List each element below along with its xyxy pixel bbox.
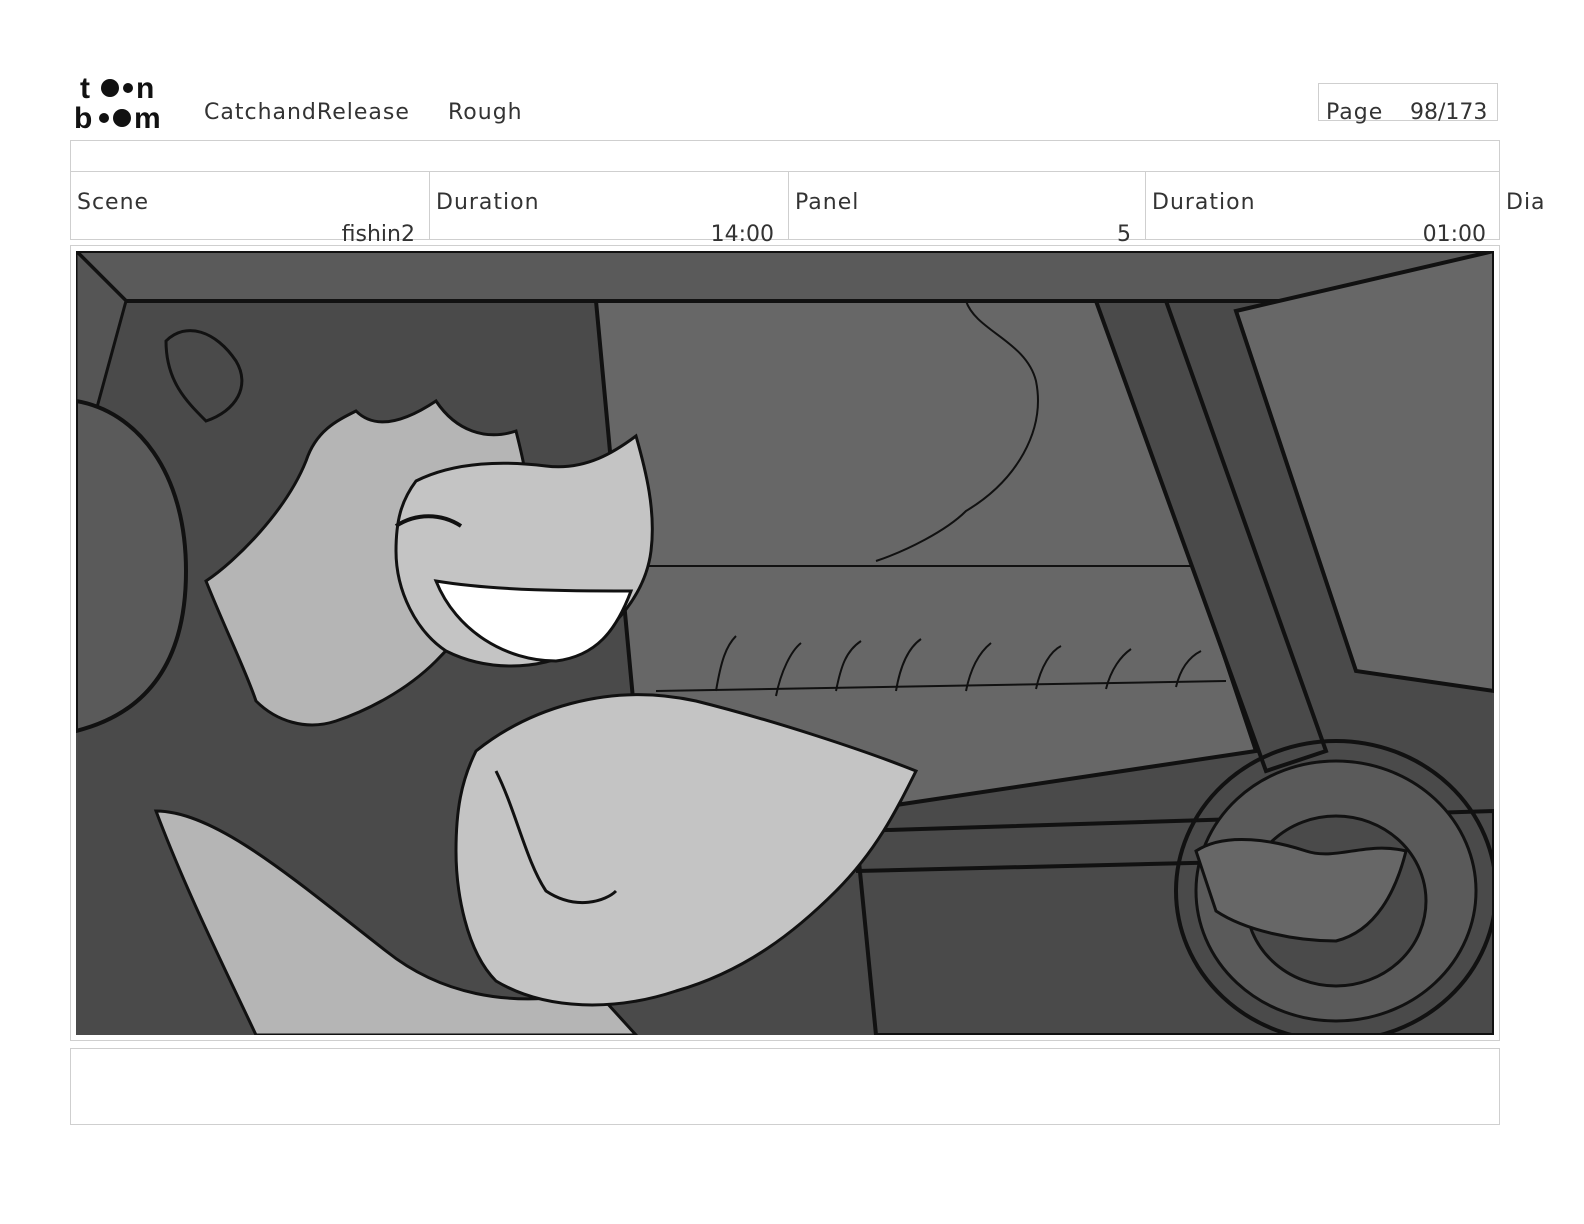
title-strip	[70, 140, 1500, 172]
page-label: Page	[1326, 100, 1384, 125]
storyboard-drawing	[76, 251, 1494, 1035]
panel-duration-value: 01:00	[1422, 222, 1486, 247]
scene-value: fishin2	[341, 222, 415, 247]
dialogue-label: Dia	[1506, 190, 1546, 215]
svg-text:m: m	[134, 102, 161, 132]
panel-label: Panel	[795, 190, 860, 215]
svg-text:n: n	[136, 72, 154, 105]
page-number: 98/173	[1410, 100, 1488, 125]
scene-duration-cell: Duration 14:00	[430, 172, 789, 247]
scene-duration-value: 14:00	[710, 222, 774, 247]
scene-cell: Scene fishin2	[71, 172, 430, 247]
storyboard-panel	[70, 245, 1500, 1041]
panel-info-row: Scene fishin2 Duration 14:00 Panel 5 Dur…	[70, 172, 1500, 247]
stage-name: Rough	[448, 100, 523, 125]
project-name: CatchandRelease	[204, 100, 410, 125]
scene-label: Scene	[77, 190, 150, 215]
panel-value: 5	[1117, 222, 1131, 247]
scene-duration-label: Duration	[436, 190, 540, 215]
svg-text:b: b	[74, 102, 92, 132]
svg-text:t: t	[80, 72, 90, 105]
panel-duration-label: Duration	[1152, 190, 1256, 215]
toonboom-logo: t n b m	[74, 72, 184, 135]
notes-box	[70, 1048, 1500, 1125]
panel-duration-cell: Duration 01:00	[1146, 172, 1500, 247]
panel-cell: Panel 5	[789, 172, 1146, 247]
